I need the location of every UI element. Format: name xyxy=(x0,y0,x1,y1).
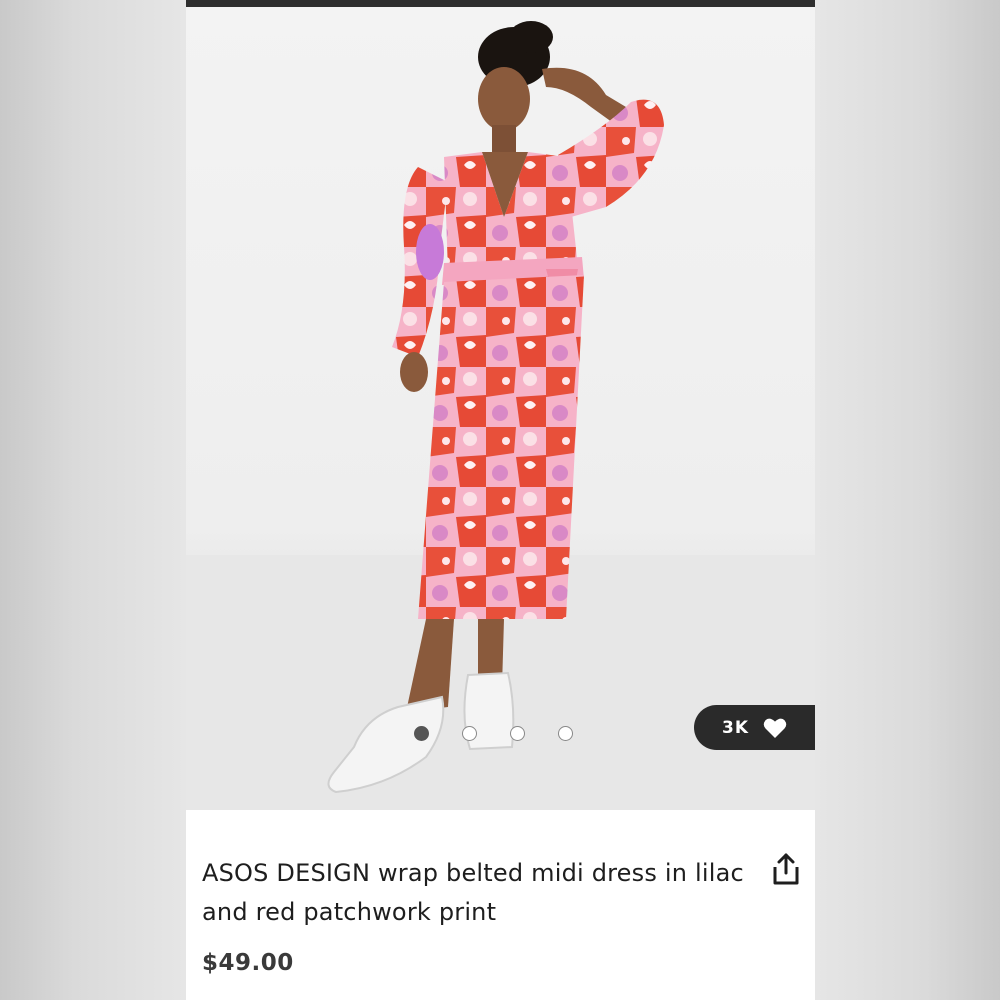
like-count: 3K xyxy=(721,717,749,738)
product-image xyxy=(186,21,815,810)
background-left xyxy=(0,0,186,1000)
pagination-dot-1[interactable] xyxy=(414,725,429,741)
image-pagination xyxy=(414,724,573,742)
heart-icon xyxy=(763,718,787,738)
pagination-dot-3[interactable] xyxy=(510,725,525,741)
product-title: ASOS DESIGN wrap belted midi dress in li… xyxy=(202,859,744,926)
background-right xyxy=(814,0,1000,1000)
pagination-dot-2[interactable] xyxy=(462,725,477,741)
product-info: ASOS DESIGN wrap belted midi dress in li… xyxy=(186,810,815,1000)
like-button[interactable]: 3K xyxy=(694,705,815,750)
product-price: $49.00 xyxy=(202,950,294,976)
share-icon[interactable] xyxy=(770,852,802,886)
product-photo[interactable] xyxy=(186,7,815,810)
pagination-dot-4[interactable] xyxy=(558,725,573,741)
listing-screen: 3K ASOS DESIGN wrap belted midi dress in… xyxy=(186,0,815,1000)
status-bar xyxy=(186,0,815,7)
